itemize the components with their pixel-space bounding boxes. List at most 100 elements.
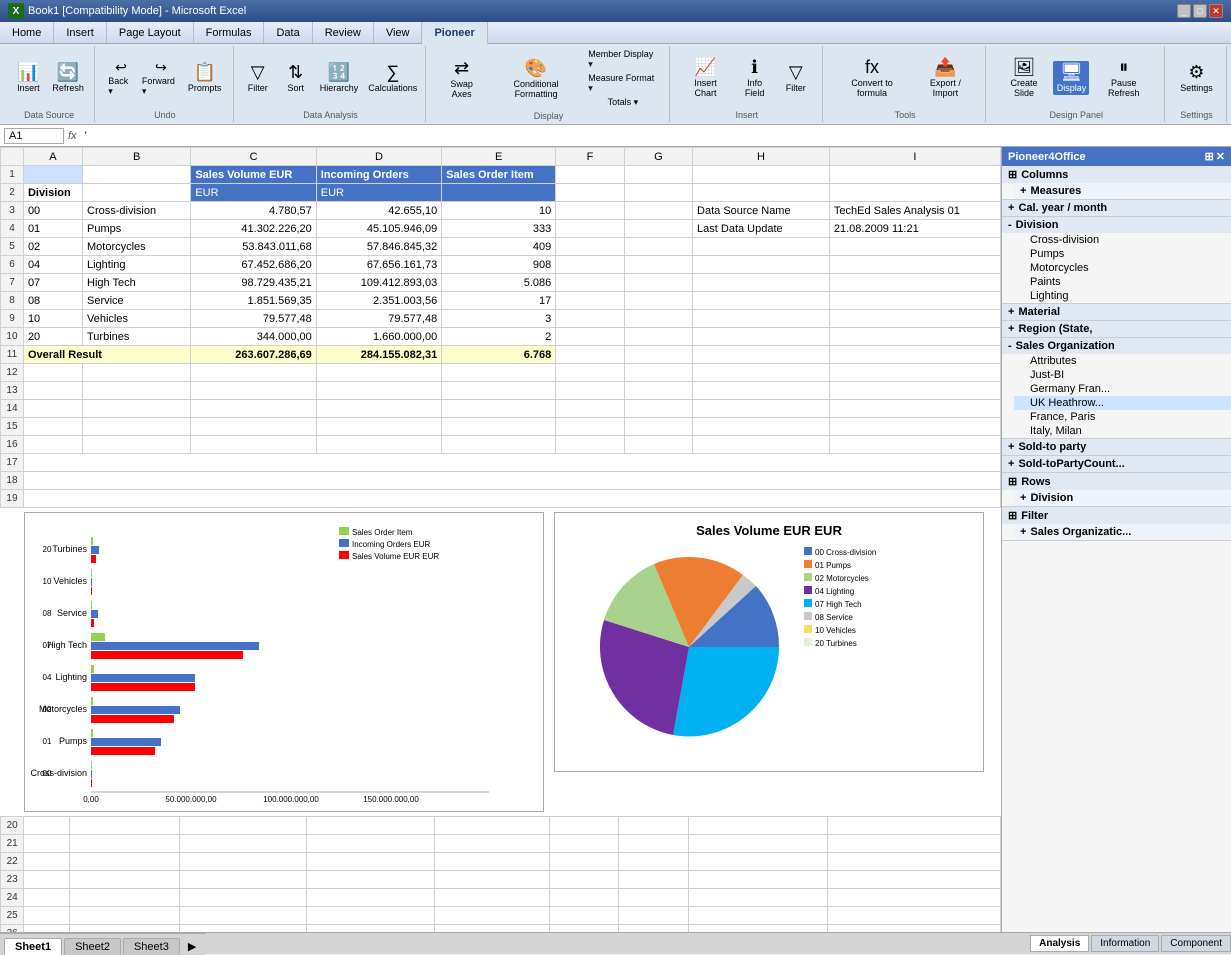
create-slide-button[interactable]: 🖼 Create Slide xyxy=(996,56,1051,100)
cell-b2[interactable] xyxy=(83,184,191,202)
tab-formulas[interactable]: Formulas xyxy=(194,22,265,43)
sheet-tab-1[interactable]: Sheet1 xyxy=(4,938,62,955)
cell-g11[interactable] xyxy=(624,346,692,364)
cell-h10[interactable] xyxy=(693,328,830,346)
cell-g10[interactable] xyxy=(624,328,692,346)
swap-axes-button[interactable]: ⇄ Swap Axes xyxy=(436,57,486,101)
cell-a3[interactable]: 00 xyxy=(23,202,82,220)
member-display-button[interactable]: Member Display ▾ xyxy=(585,48,660,71)
col-header-b[interactable]: B xyxy=(83,148,191,166)
cell-g6[interactable] xyxy=(624,256,692,274)
cell-d6[interactable]: 67.656.161,73 xyxy=(316,256,441,274)
cell-c4[interactable]: 41.302.226,20 xyxy=(191,220,316,238)
pause-refresh-button[interactable]: ⏸ Pause Refresh xyxy=(1091,56,1156,100)
sidebar-region-header[interactable]: + Region (State, xyxy=(1002,321,1231,337)
cell-f2[interactable] xyxy=(556,184,624,202)
filter-insert-button[interactable]: ▽ Filter xyxy=(778,61,814,95)
cell-d8[interactable]: 2.351.003,56 xyxy=(316,292,441,310)
cell-h6[interactable] xyxy=(693,256,830,274)
sidebar-close-icon[interactable]: ✕ xyxy=(1216,150,1225,163)
cell-b8[interactable]: Service xyxy=(83,292,191,310)
cell-f9[interactable] xyxy=(556,310,624,328)
calculations-button[interactable]: ∑ Calculations xyxy=(364,61,421,95)
settings-button[interactable]: ⚙ Settings xyxy=(1176,61,1217,95)
measure-format-button[interactable]: Measure Format ▾ xyxy=(585,72,660,95)
sidebar-rows-division-header[interactable]: + Division xyxy=(1014,490,1231,506)
prompts-button[interactable]: 📋 Prompts xyxy=(185,61,225,95)
cell-c10[interactable]: 344.000,00 xyxy=(191,328,316,346)
sidebar-soldtocount-header[interactable]: + Sold-toPartyCount... xyxy=(1002,456,1231,472)
insert-button[interactable]: 📊 Insert xyxy=(10,61,46,95)
cell-d9[interactable]: 79.577,48 xyxy=(316,310,441,328)
cell-d7[interactable]: 109.412.893,03 xyxy=(316,274,441,292)
cell-e10[interactable]: 2 xyxy=(442,328,556,346)
cell-f6[interactable] xyxy=(556,256,624,274)
cell-f3[interactable] xyxy=(556,202,624,220)
totals-button[interactable]: Totals ▾ xyxy=(585,96,660,109)
formula-input[interactable] xyxy=(81,129,1227,143)
cell-a6[interactable]: 04 xyxy=(23,256,82,274)
hierarchy-button[interactable]: 🔢 Hierarchy xyxy=(316,61,363,95)
cell-i11[interactable] xyxy=(829,346,1000,364)
cell-a5[interactable]: 02 xyxy=(23,238,82,256)
cell-g5[interactable] xyxy=(624,238,692,256)
cell-b5[interactable]: Motorcycles xyxy=(83,238,191,256)
col-header-a[interactable]: A xyxy=(23,148,82,166)
cell-i6[interactable] xyxy=(829,256,1000,274)
analysis-tab-information[interactable]: Information xyxy=(1091,935,1159,952)
tab-insert[interactable]: Insert xyxy=(54,22,107,43)
restore-button[interactable]: □ xyxy=(1193,4,1207,18)
col-header-f[interactable]: F xyxy=(556,148,624,166)
cell-b7[interactable]: High Tech xyxy=(83,274,191,292)
cell-c2[interactable]: EUR xyxy=(191,184,316,202)
sidebar-item-crossdivision[interactable]: Cross-division xyxy=(1014,233,1231,247)
cell-a1[interactable] xyxy=(23,166,82,184)
cell-h1[interactable] xyxy=(693,166,830,184)
cell-f7[interactable] xyxy=(556,274,624,292)
cell-c1[interactable]: Sales Volume EUR xyxy=(191,166,316,184)
cell-e7[interactable]: 5.086 xyxy=(442,274,556,292)
cell-i4[interactable]: 21.08.2009 11:21 xyxy=(829,220,1000,238)
cell-e2[interactable] xyxy=(442,184,556,202)
cell-f1[interactable] xyxy=(556,166,624,184)
col-header-e[interactable]: E xyxy=(442,148,556,166)
cell-f5[interactable] xyxy=(556,238,624,256)
cell-d5[interactable]: 57.846.845,32 xyxy=(316,238,441,256)
cell-reference[interactable] xyxy=(4,128,64,144)
sheet-tab-3[interactable]: Sheet3 xyxy=(123,938,180,955)
cell-h7[interactable] xyxy=(693,274,830,292)
sheet-tab-2[interactable]: Sheet2 xyxy=(64,938,121,955)
cell-h9[interactable] xyxy=(693,310,830,328)
cell-d10[interactable]: 1.660.000,00 xyxy=(316,328,441,346)
cell-h2[interactable] xyxy=(693,184,830,202)
cell-b9[interactable]: Vehicles xyxy=(83,310,191,328)
cell-b10[interactable]: Turbines xyxy=(83,328,191,346)
cell-g7[interactable] xyxy=(624,274,692,292)
cell-c11[interactable]: 263.607.286,69 xyxy=(191,346,316,364)
sidebar-salesorg-header[interactable]: - Sales Organization xyxy=(1002,338,1231,354)
filter-button[interactable]: ▽ Filter xyxy=(240,61,276,95)
sheet-scroll-right[interactable]: ▶ xyxy=(182,938,202,955)
sidebar-item-motorcycles[interactable]: Motorcycles xyxy=(1014,261,1231,275)
cell-i1[interactable] xyxy=(829,166,1000,184)
cell-d4[interactable]: 45.105.946,09 xyxy=(316,220,441,238)
tab-data[interactable]: Data xyxy=(264,22,312,43)
sidebar-grid-icon[interactable]: ⊞ xyxy=(1205,150,1214,163)
sidebar-item-paints[interactable]: Paints xyxy=(1014,275,1231,289)
cell-a11[interactable]: Overall Result xyxy=(23,346,190,364)
cell-i7[interactable] xyxy=(829,274,1000,292)
cell-i8[interactable] xyxy=(829,292,1000,310)
cell-g4[interactable] xyxy=(624,220,692,238)
export-import-button[interactable]: 📤 Export / Import xyxy=(913,56,977,100)
cell-a2[interactable]: Division xyxy=(23,184,82,202)
tab-pioneer[interactable]: Pioneer xyxy=(422,22,487,44)
cell-e9[interactable]: 3 xyxy=(442,310,556,328)
sidebar-controls[interactable]: ⊞ ✕ xyxy=(1205,150,1225,163)
cell-h3[interactable]: Data Source Name xyxy=(693,202,830,220)
sidebar-item-pumps[interactable]: Pumps xyxy=(1014,247,1231,261)
sidebar-filter-header[interactable]: ⊞ Filter xyxy=(1002,507,1231,524)
sidebar-item-france[interactable]: France, Paris xyxy=(1014,410,1231,424)
cell-b1[interactable] xyxy=(83,166,191,184)
cell-i10[interactable] xyxy=(829,328,1000,346)
info-field-button[interactable]: ℹ Info Field xyxy=(733,56,775,100)
